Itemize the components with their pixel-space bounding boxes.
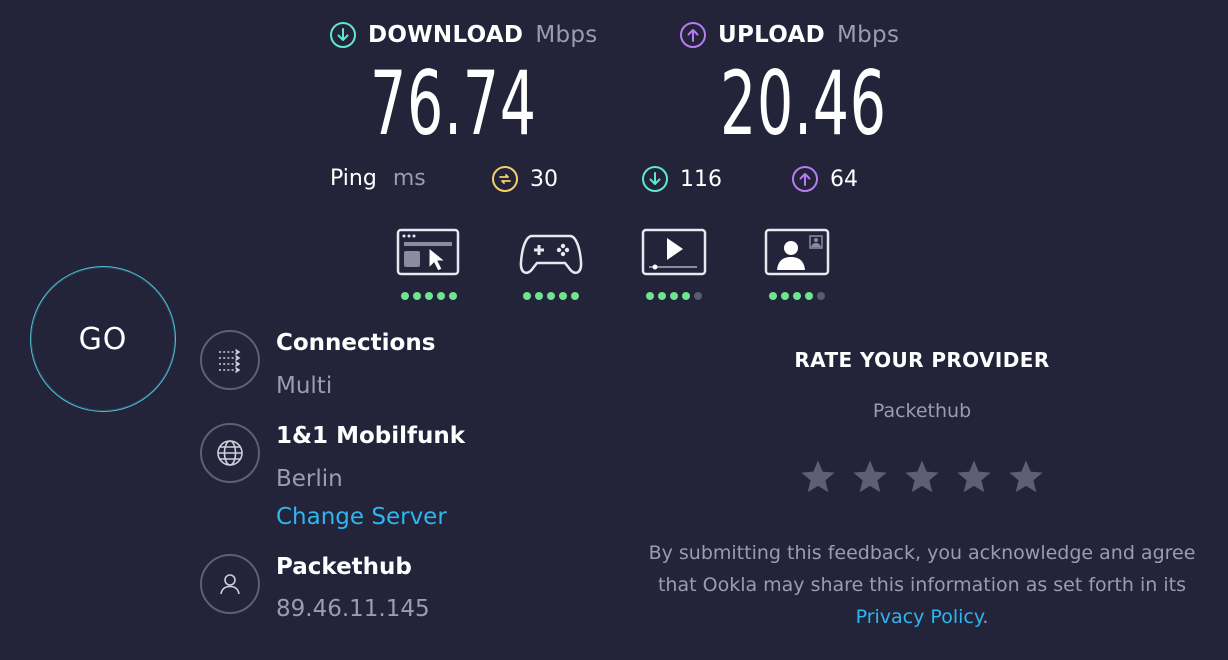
rating-dot-filled bbox=[793, 292, 801, 300]
rating-dot-filled bbox=[658, 292, 666, 300]
provider-name-wrap: Packethub bbox=[0, 400, 1228, 422]
rating-dot-filled bbox=[401, 292, 409, 300]
rating-dot-filled bbox=[646, 292, 654, 300]
quality-rating-dots bbox=[764, 292, 830, 300]
upload-unit: Mbps bbox=[837, 22, 900, 48]
rating-dot-filled bbox=[805, 292, 813, 300]
star-icon[interactable] bbox=[955, 458, 993, 496]
rate-title-wrap: RATE YOUR PROVIDER bbox=[0, 348, 1228, 372]
ping-upload: 64 bbox=[792, 166, 858, 192]
ping-idle-icon bbox=[492, 166, 518, 192]
star-icon[interactable] bbox=[851, 458, 889, 496]
quality-web-browsing bbox=[396, 228, 462, 300]
star-icon[interactable] bbox=[799, 458, 837, 496]
quality-video-chat bbox=[764, 228, 830, 300]
rate-title: RATE YOUR PROVIDER bbox=[794, 348, 1050, 372]
video-chat-icon bbox=[764, 228, 830, 276]
rating-dot-empty bbox=[694, 292, 702, 300]
change-server-link[interactable]: Change Server bbox=[276, 504, 447, 530]
rating-dot-filled bbox=[547, 292, 555, 300]
browser-cursor-icon bbox=[396, 228, 460, 276]
download-header: DOWNLOAD Mbps bbox=[330, 22, 598, 48]
client-ip: 89.46.11.145 bbox=[276, 596, 430, 622]
globe-icon bbox=[200, 423, 260, 483]
gamepad-icon bbox=[519, 234, 583, 275]
feedback-disclaimer: By submitting this feedback, you acknowl… bbox=[642, 537, 1202, 633]
rating-dot-filled bbox=[535, 292, 543, 300]
download-label: DOWNLOAD bbox=[368, 22, 524, 48]
rating-dot-filled bbox=[437, 292, 445, 300]
arrow-up-circle-icon bbox=[680, 22, 706, 48]
rating-dot-filled bbox=[781, 292, 789, 300]
rating-dot-filled bbox=[571, 292, 579, 300]
arrow-up-circle-icon bbox=[792, 166, 818, 192]
ping-label-group: Ping ms bbox=[330, 166, 426, 191]
rating-dot-empty bbox=[817, 292, 825, 300]
ping-download-value: 116 bbox=[680, 166, 722, 192]
quality-rating-dots bbox=[518, 292, 584, 300]
rating-dot-filled bbox=[769, 292, 777, 300]
ping-unit: ms bbox=[392, 166, 426, 191]
rating-dot-filled bbox=[682, 292, 690, 300]
video-play-icon bbox=[641, 228, 707, 276]
star-icon[interactable] bbox=[903, 458, 941, 496]
download-value: 76.74 bbox=[370, 52, 537, 155]
rating-dot-filled bbox=[413, 292, 421, 300]
disclaimer-text: By submitting this feedback, you acknowl… bbox=[648, 542, 1196, 596]
quality-rating-dots bbox=[641, 292, 707, 300]
rating-dot-filled bbox=[449, 292, 457, 300]
ping-idle-value: 30 bbox=[530, 166, 558, 192]
quality-rating-dots bbox=[396, 292, 462, 300]
quality-gaming bbox=[518, 228, 584, 300]
rating-dot-filled bbox=[670, 292, 678, 300]
upload-label: UPLOAD bbox=[718, 22, 825, 48]
privacy-policy-link[interactable]: Privacy Policy bbox=[856, 606, 983, 628]
ping-download: 116 bbox=[642, 166, 722, 192]
upload-value: 20.46 bbox=[720, 52, 887, 155]
rate-provider-name: Packethub bbox=[872, 400, 972, 422]
server-location: Berlin bbox=[276, 466, 343, 492]
disclaimer-end: . bbox=[982, 606, 989, 628]
upload-header: UPLOAD Mbps bbox=[680, 22, 899, 48]
user-icon bbox=[200, 554, 260, 614]
go-button[interactable]: GO bbox=[30, 266, 176, 412]
rating-dot-filled bbox=[559, 292, 567, 300]
client-isp: Packethub bbox=[276, 554, 412, 580]
ping-label: Ping bbox=[330, 166, 377, 191]
star-icon[interactable] bbox=[1007, 458, 1045, 496]
arrow-down-circle-icon bbox=[642, 166, 668, 192]
ping-idle: 30 bbox=[492, 166, 558, 192]
quality-video-streaming bbox=[641, 228, 707, 300]
server-name: 1&1 Mobilfunk bbox=[276, 423, 466, 449]
ping-upload-value: 64 bbox=[830, 166, 858, 192]
arrow-down-circle-icon bbox=[330, 22, 356, 48]
rating-stars bbox=[799, 458, 1045, 496]
download-unit: Mbps bbox=[535, 22, 598, 48]
connections-value: Multi bbox=[276, 373, 333, 399]
rating-dot-filled bbox=[425, 292, 433, 300]
rating-dot-filled bbox=[523, 292, 531, 300]
